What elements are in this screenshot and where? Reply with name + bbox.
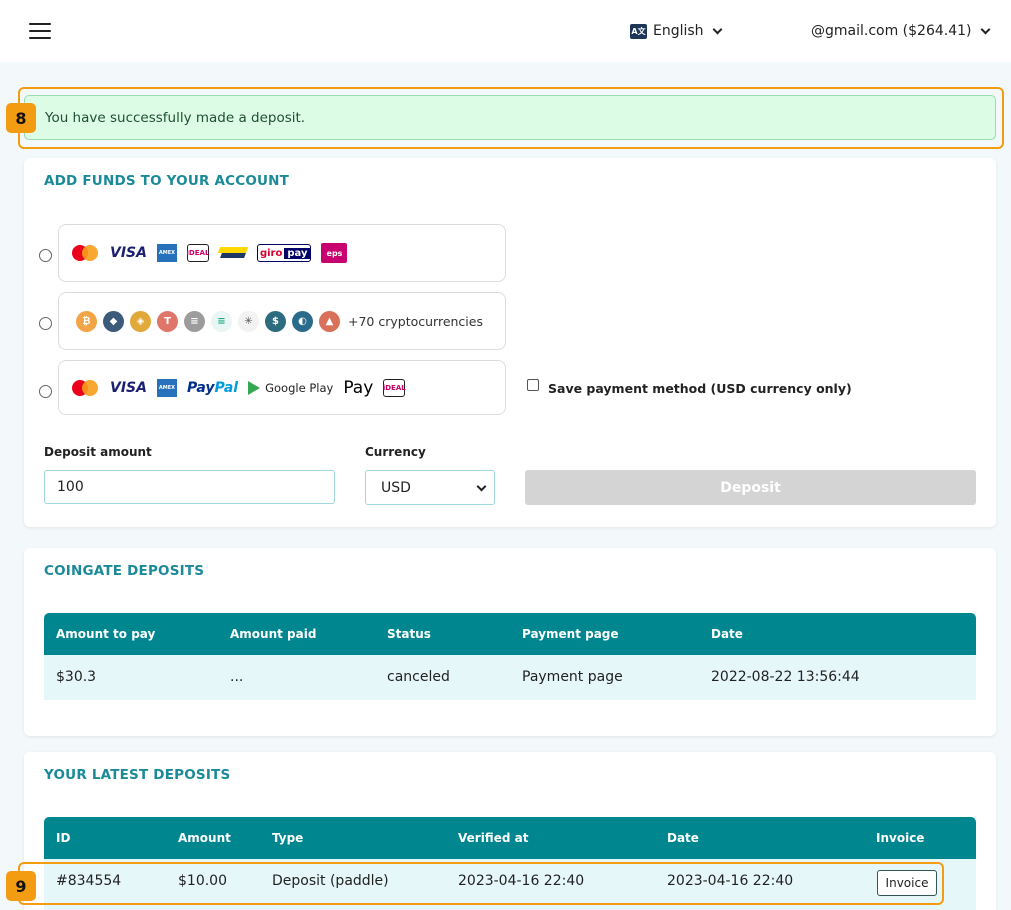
currency-value: USD <box>381 479 411 496</box>
add-funds-title: ADD FUNDS TO YOUR ACCOUNT <box>44 173 290 189</box>
column-header: ID <box>56 831 71 845</box>
coingate-deposits-card: COINGATE DEPOSITS Amount to pay Amount p… <box>24 548 996 736</box>
cell-date: 2022-08-22 13:56:44 <box>711 669 860 685</box>
usdc-icon: ✳ <box>238 310 259 332</box>
visa-icon: VISA <box>110 379 147 396</box>
google-play-icon: Google Play <box>248 380 333 395</box>
amex-icon: AMEX <box>156 244 177 262</box>
translate-icon: A文 <box>630 23 647 39</box>
ideal-icon: iDEAL <box>187 244 209 262</box>
language-label: English <box>653 23 704 39</box>
bnb-icon: ◈ <box>130 310 151 332</box>
visa-icon: VISA <box>110 245 147 261</box>
payment-method-radio-paddle[interactable] <box>39 385 52 398</box>
latest-deposits-title: YOUR LATEST DEPOSITS <box>44 767 231 783</box>
stablecoin-icon: $ <box>265 310 286 332</box>
table-row: $30.3 ... canceled Payment page 2022-08-… <box>44 655 976 700</box>
payment-method-crypto[interactable]: ₿ ◆ ◈ T ≡ ≡ ✳ $ ◐ ▲ +70 cryptocurrencies <box>58 292 506 350</box>
coingate-table-header: Amount to pay Amount paid Status Payment… <box>44 613 976 655</box>
deposit-amount-label: Deposit amount <box>44 445 152 459</box>
payment-method-radio-crypto[interactable] <box>39 317 52 330</box>
column-header: Invoice <box>876 831 925 845</box>
cell-status: canceled <box>387 669 450 685</box>
save-payment-checkbox[interactable] <box>527 379 539 391</box>
currency-label: Currency <box>365 445 426 459</box>
column-header: Type <box>272 831 304 845</box>
amex-icon: AMEX <box>156 378 177 397</box>
chevron-down-icon <box>712 24 723 34</box>
apple-pay-icon: Pay <box>343 377 374 398</box>
top-bar: A文 English @gmail.com ($264.41) <box>0 0 1011 62</box>
dogecoin-icon: ◐ <box>292 310 313 332</box>
save-payment-label: Save payment method (USD currency only) <box>548 381 852 396</box>
payment-method-radio-cards[interactable] <box>39 249 52 262</box>
column-header: Verified at <box>458 831 529 845</box>
account-menu[interactable]: @gmail.com ($264.41) <box>811 20 990 42</box>
paypal-icon: Pay Pal <box>186 379 239 396</box>
annotation-highlight <box>18 87 1004 149</box>
coingate-title: COINGATE DEPOSITS <box>44 563 205 579</box>
cell-amount-paid: ... <box>230 669 244 685</box>
eps-icon: eps <box>321 243 348 263</box>
mastercard-icon <box>70 244 100 262</box>
payment-page-link[interactable]: Payment page <box>522 669 623 685</box>
giropay-icon: giro pay <box>256 244 312 262</box>
latest-table-header: ID Amount Type Verified at Date Invoice <box>44 817 976 859</box>
annotation-badge: 9 <box>6 871 36 901</box>
annotation-highlight <box>18 862 944 905</box>
deposit-amount-input[interactable] <box>44 470 335 504</box>
column-header: Payment page <box>522 627 619 641</box>
avalanche-icon: ▲ <box>319 310 340 332</box>
bitcoin-icon: ₿ <box>76 310 97 332</box>
currency-select[interactable]: USD <box>365 470 495 505</box>
add-funds-card: ADD FUNDS TO YOUR ACCOUNT VISA AMEX iDEA… <box>24 158 996 527</box>
unionpay-icon <box>415 377 449 399</box>
payment-method-paddle[interactable]: VISA AMEX Pay Pal Google Play Pay iDEAL <box>58 360 506 415</box>
annotation-badge: 8 <box>6 103 36 133</box>
tether-icon: T <box>157 310 178 332</box>
menu-icon[interactable] <box>29 23 51 39</box>
account-label: @gmail.com ($264.41) <box>811 23 972 39</box>
cell-amount-to-pay: $30.3 <box>56 669 97 685</box>
ethereum-icon: ◆ <box>103 310 124 332</box>
column-header: Status <box>387 627 431 641</box>
mastercard-icon <box>70 379 100 397</box>
crypto-count-label: +70 cryptocurrencies <box>348 313 483 329</box>
ideal-icon: iDEAL <box>383 378 406 397</box>
solana-icon: ≡ <box>184 310 205 332</box>
cardano-icon: ≡ <box>211 310 232 332</box>
payment-method-cards[interactable]: VISA AMEX iDEAL giro pay eps <box>58 224 506 282</box>
bancontact-icon <box>219 244 247 262</box>
column-header: Amount to pay <box>56 627 156 641</box>
language-selector[interactable]: A文 English <box>630 20 723 42</box>
deposit-button[interactable]: Deposit <box>525 470 976 505</box>
chevron-down-icon <box>476 481 487 492</box>
column-header: Amount <box>178 831 231 845</box>
chevron-down-icon <box>980 24 990 34</box>
column-header: Date <box>711 627 743 641</box>
column-header: Date <box>667 831 699 845</box>
column-header: Amount paid <box>230 627 317 641</box>
